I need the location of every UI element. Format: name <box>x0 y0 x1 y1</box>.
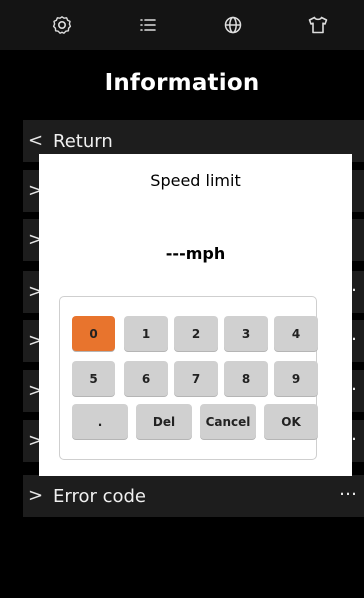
key-9[interactable]: 9 <box>274 361 318 396</box>
key-1[interactable]: 1 <box>124 316 168 351</box>
dialog-title: Speed limit <box>150 171 241 190</box>
top-tab-bar <box>0 0 364 50</box>
speed-value-display: ---mph <box>165 244 226 263</box>
delete-button[interactable]: Del <box>136 404 192 439</box>
shirt-tab[interactable] <box>298 10 338 40</box>
cancel-button[interactable]: Cancel <box>200 404 256 439</box>
key-4[interactable]: 4 <box>274 316 318 351</box>
chevron-left-icon: < <box>28 130 44 151</box>
shirt-icon <box>308 16 328 34</box>
chevron-right-icon: > <box>28 485 44 506</box>
key-dot[interactable]: . <box>72 404 128 439</box>
speed-limit-dialog: Speed limit ---mph 0 1 2 3 4 5 6 7 8 9 .… <box>39 154 352 476</box>
ok-button[interactable]: OK <box>264 404 318 439</box>
error-code-row[interactable]: > Error code … <box>23 475 364 517</box>
page-header: Information <box>0 50 364 118</box>
more-icon[interactable]: … <box>339 479 358 500</box>
globe-tab[interactable] <box>213 10 253 40</box>
return-label: Return <box>53 131 113 152</box>
settings-tab[interactable] <box>42 10 82 40</box>
key-2[interactable]: 2 <box>174 316 218 351</box>
key-3[interactable]: 3 <box>224 316 268 351</box>
settings-icon <box>52 16 72 34</box>
key-0[interactable]: 0 <box>72 316 115 351</box>
error-code-label: Error code <box>53 486 147 507</box>
numeric-keypad: 0 1 2 3 4 5 6 7 8 9 . Del Cancel OK <box>59 296 318 460</box>
key-6[interactable]: 6 <box>124 361 168 396</box>
key-5[interactable]: 5 <box>72 361 115 396</box>
list-icon <box>140 19 156 31</box>
globe-icon <box>224 16 242 34</box>
list-tab[interactable] <box>128 10 168 40</box>
page-title: Information <box>104 70 260 96</box>
key-7[interactable]: 7 <box>174 361 218 396</box>
key-8[interactable]: 8 <box>224 361 268 396</box>
